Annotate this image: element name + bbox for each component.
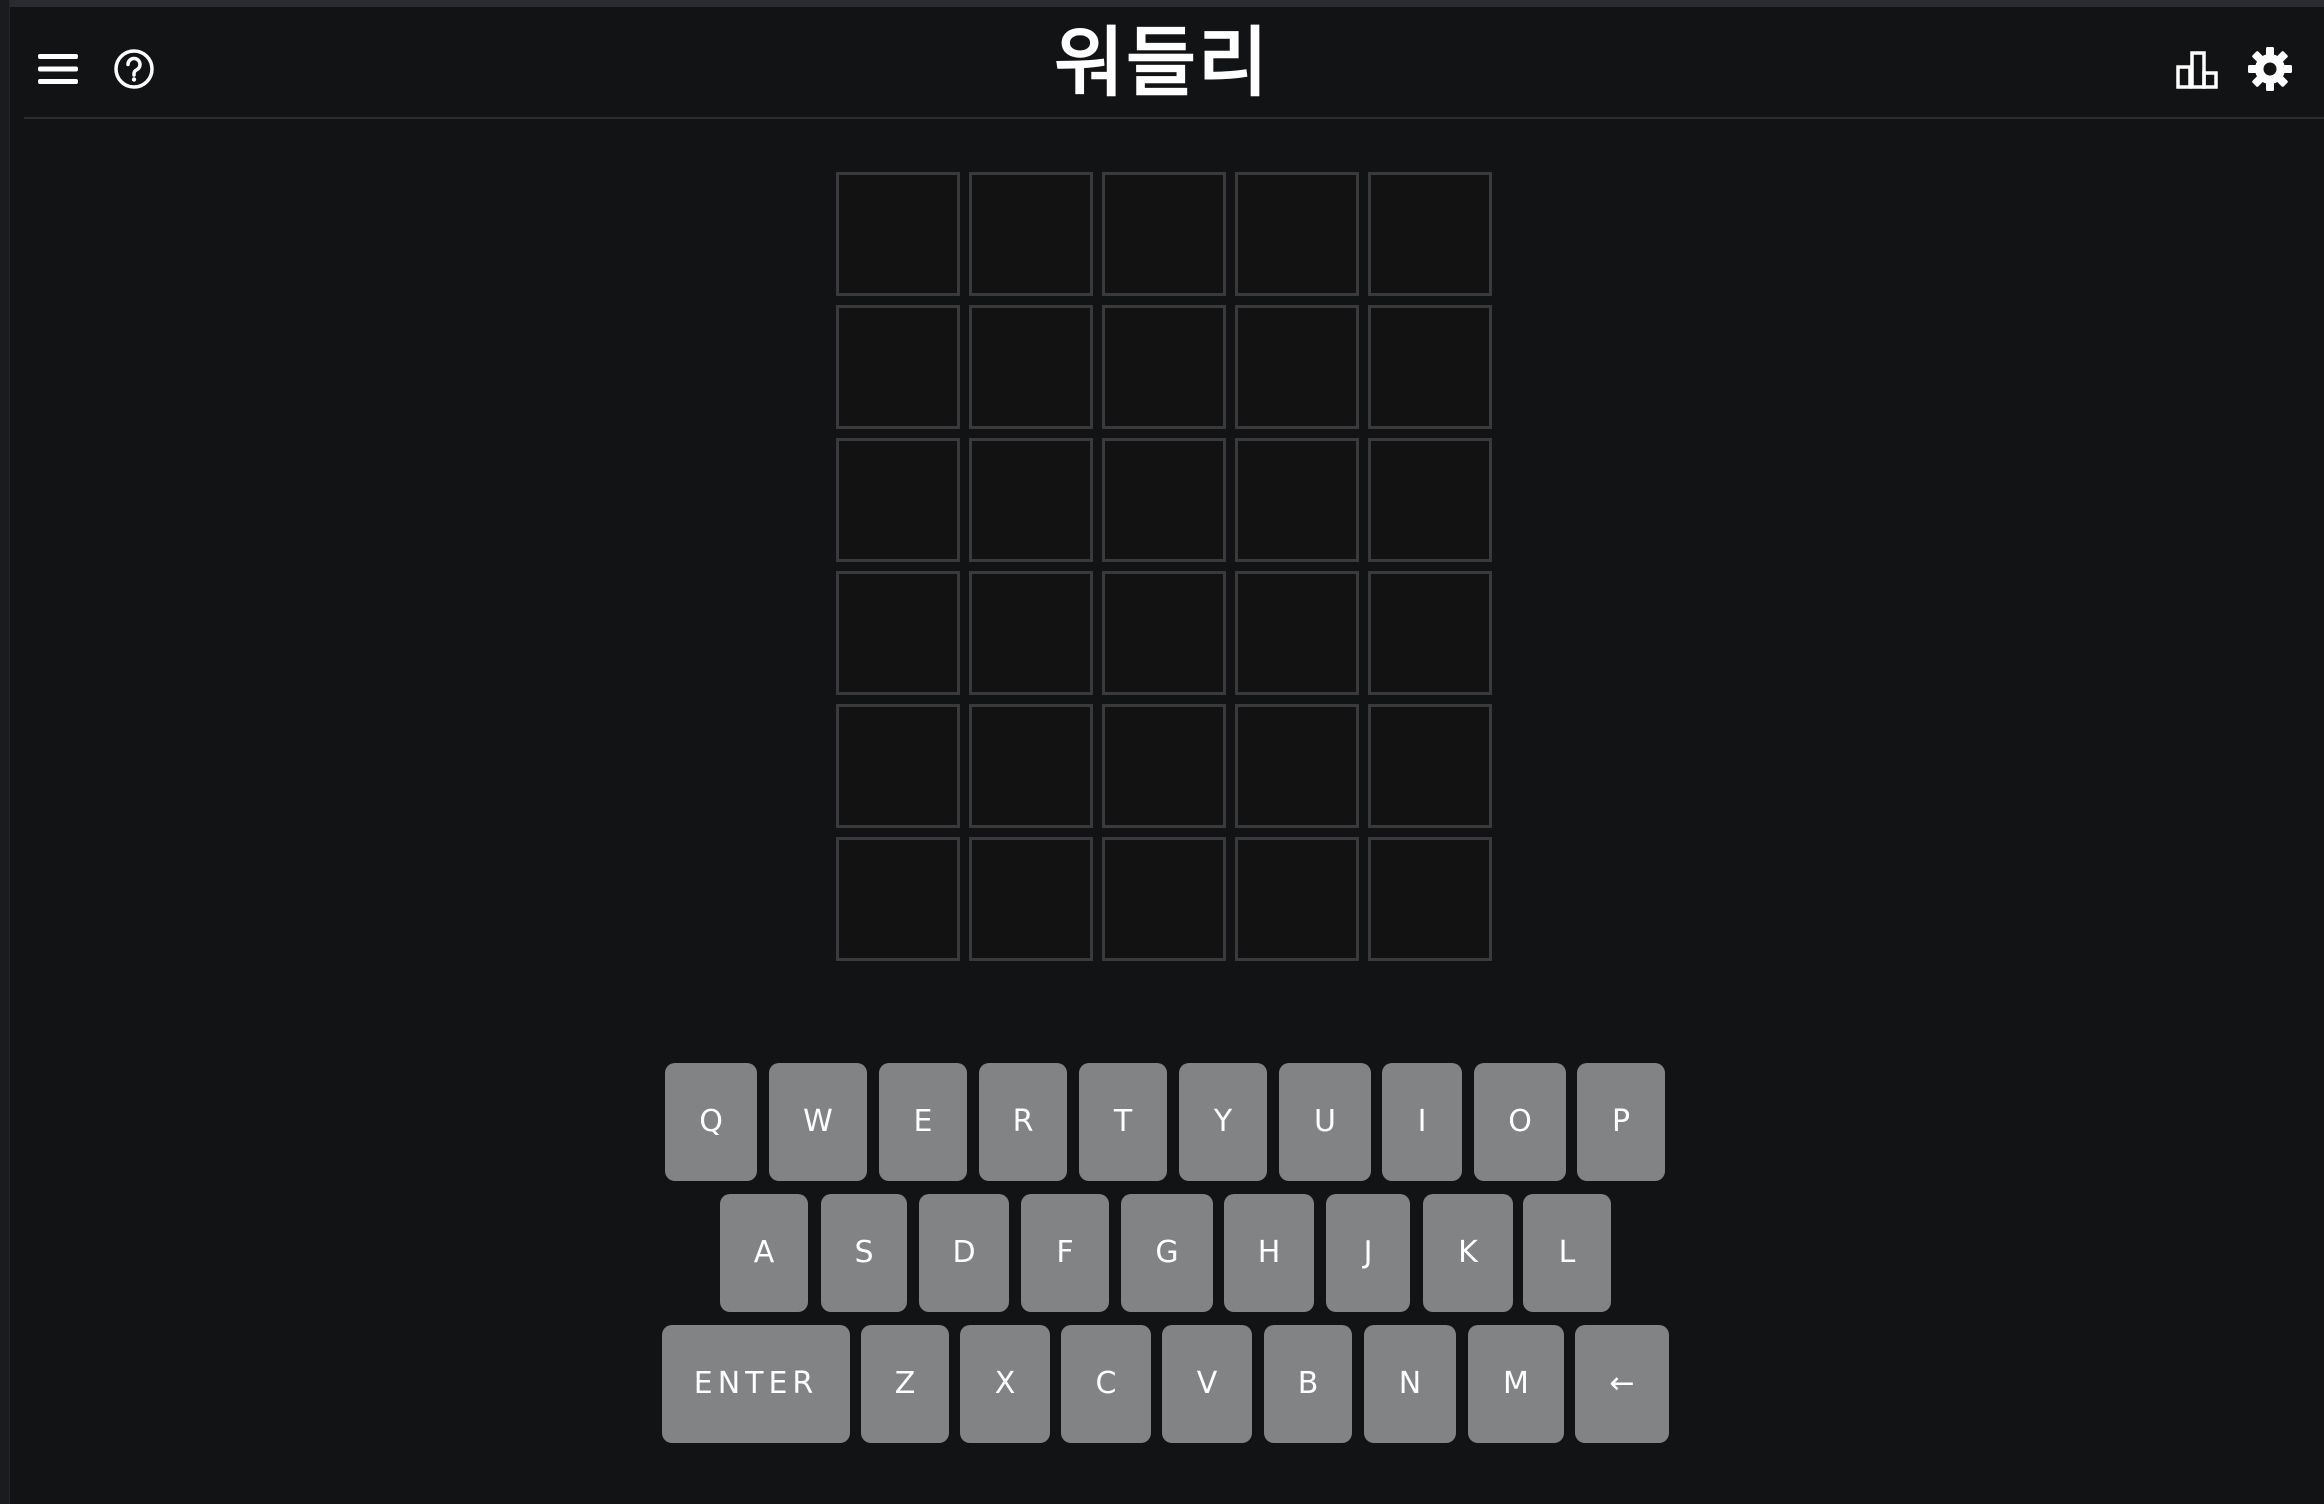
backspace-key[interactable]: ← [1575,1325,1669,1443]
tile-r1-c3 [1102,172,1226,296]
tile-r1-c5 [1368,172,1492,296]
key-k[interactable]: K [1423,1194,1513,1312]
tile-r4-c4 [1235,571,1359,695]
tile-r4-c5 [1368,571,1492,695]
gear-icon[interactable] [2246,45,2294,93]
key-t[interactable]: T [1079,1063,1167,1181]
window-top-edge [0,0,2324,7]
bar-chart-svg [2176,51,2218,89]
key-s[interactable]: S [821,1194,907,1312]
key-x[interactable]: X [960,1325,1050,1443]
tile-r6-c5 [1368,837,1492,961]
tile-r1-c1 [836,172,960,296]
bar-chart-icon[interactable] [2174,45,2222,93]
key-j[interactable]: J [1326,1194,1410,1312]
tile-r5-c1 [836,704,960,828]
key-h[interactable]: H [1224,1194,1314,1312]
key-m[interactable]: M [1468,1325,1564,1443]
key-a[interactable]: A [720,1194,808,1312]
key-u[interactable]: U [1279,1063,1371,1181]
key-c[interactable]: C [1061,1325,1151,1443]
tile-r3-c5 [1368,438,1492,562]
key-q[interactable]: Q [665,1063,757,1181]
tile-r6-c4 [1235,837,1359,961]
key-g[interactable]: G [1121,1194,1213,1312]
tile-r4-c1 [836,571,960,695]
tile-r2-c3 [1102,305,1226,429]
tile-r3-c2 [969,438,1093,562]
tile-r3-c1 [836,438,960,562]
page-title: 워들리 [1054,18,1270,107]
key-z[interactable]: Z [861,1325,949,1443]
key-b[interactable]: B [1264,1325,1352,1443]
key-d[interactable]: D [919,1194,1009,1312]
key-p[interactable]: P [1577,1063,1665,1181]
tile-r2-c5 [1368,305,1492,429]
header-bar: 워들리 [24,7,2324,119]
key-v[interactable]: V [1162,1325,1252,1443]
tile-r2-c1 [836,305,960,429]
tile-r6-c3 [1102,837,1226,961]
tile-r3-c3 [1102,438,1226,562]
tile-r5-c3 [1102,704,1226,828]
tile-r5-c4 [1235,704,1359,828]
tile-r1-c4 [1235,172,1359,296]
tile-r5-c5 [1368,704,1492,828]
tile-r3-c4 [1235,438,1359,562]
key-r[interactable]: R [979,1063,1067,1181]
game-board [836,172,1496,964]
key-o[interactable]: O [1474,1063,1566,1181]
key-n[interactable]: N [1364,1325,1456,1443]
tile-r4-c2 [969,571,1093,695]
tile-r6-c2 [969,837,1093,961]
gear-svg [2248,47,2292,91]
key-l[interactable]: L [1523,1194,1611,1312]
tile-r2-c2 [969,305,1093,429]
enter-key[interactable]: ENTER [662,1325,850,1443]
tile-r5-c2 [969,704,1093,828]
left-gutter [0,0,10,1504]
tile-r1-c2 [969,172,1093,296]
key-y[interactable]: Y [1179,1063,1267,1181]
tile-r6-c1 [836,837,960,961]
key-e[interactable]: E [879,1063,967,1181]
key-f[interactable]: F [1021,1194,1109,1312]
tile-r2-c4 [1235,305,1359,429]
game-window: 워들리 Q W E R T Y U I O P A S D F G H J K … [0,0,2324,1504]
key-i[interactable]: I [1382,1063,1462,1181]
tile-r4-c3 [1102,571,1226,695]
key-w[interactable]: W [769,1063,867,1181]
